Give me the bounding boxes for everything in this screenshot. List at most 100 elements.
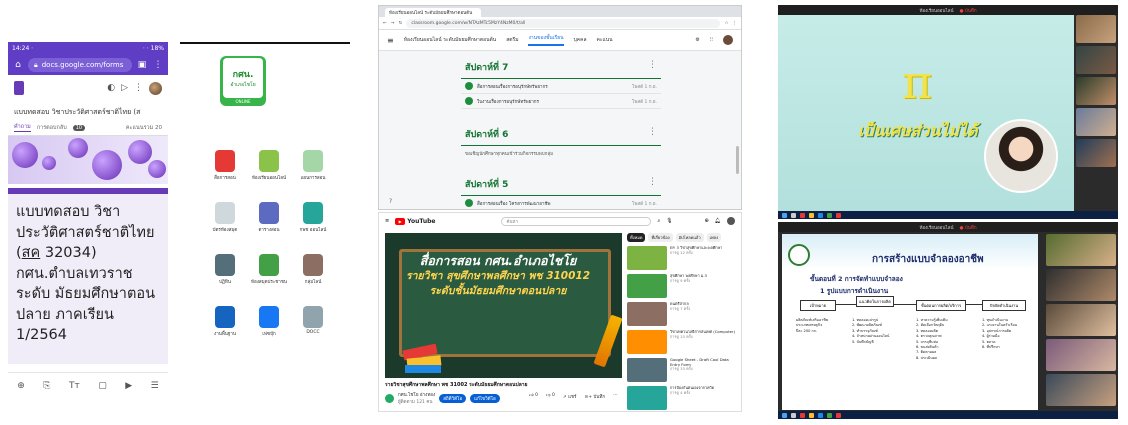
suggested-video[interactable]: วิชาเทคโนโลยีสารสนเทศ (Computer) การดู 15… <box>627 330 739 355</box>
tab-classwork[interactable]: งานของชั้นเรียน <box>528 34 564 46</box>
list-item[interactable]: ใบงานเรื่องการอนุรักษ์ทรัพยากร โพสต์ 1 ก.… <box>461 94 661 109</box>
participant-video[interactable] <box>1046 339 1116 371</box>
help-icon[interactable]: ? <box>389 198 392 205</box>
hamburger-icon[interactable]: ≡ <box>385 218 389 224</box>
search-icon[interactable] <box>791 212 796 218</box>
youtube-logo[interactable]: ▶ YouTube <box>395 217 435 225</box>
app-icon[interactable] <box>836 212 841 218</box>
mic-icon[interactable]: 🎙︎ <box>666 218 672 224</box>
edit-video-button[interactable]: แก้ไขวิดีโอ <box>470 393 500 403</box>
add-question-icon[interactable]: ⊕ <box>17 381 25 391</box>
tab-people[interactable]: บุคคล <box>574 36 587 44</box>
app-shortcut[interactable]: ตารางสอน <box>250 202 288 233</box>
participant-video[interactable] <box>1046 234 1116 266</box>
more-icon[interactable]: ⋯ <box>613 393 618 400</box>
start-icon[interactable] <box>782 412 787 418</box>
chip-uploaded[interactable]: อัปโหลดแล้ว <box>675 233 704 242</box>
app-icon[interactable] <box>836 412 841 418</box>
forward-icon[interactable]: → <box>391 21 395 26</box>
url-field[interactable]: 🔒︎ docs.google.com/forms <box>28 58 132 72</box>
more-icon[interactable]: ⋮ <box>648 177 657 191</box>
participant-video[interactable] <box>1076 108 1116 136</box>
scrollbar[interactable] <box>736 146 739 174</box>
tab-responses[interactable]: การตอบกลับ <box>37 124 67 132</box>
search-icon[interactable] <box>791 412 796 418</box>
tab-grades[interactable]: คะแนน <box>597 36 613 44</box>
app-shortcut[interactable]: งานพื้นฐาน <box>206 306 244 337</box>
form-title-card[interactable]: แบบทดสอบ วิชา ประวัติศาสตร์ชาติไทย (สค 3… <box>8 188 168 364</box>
start-icon[interactable] <box>782 212 787 218</box>
suggested-video[interactable]: สุขศึกษา พลศึกษา ม.3 การดู 9 ครั้ง <box>627 274 739 299</box>
more-icon[interactable]: ⋮ <box>648 60 657 74</box>
hamburger-icon[interactable]: ≡ <box>387 36 394 45</box>
settings-icon[interactable]: ⚙ <box>695 37 699 43</box>
chip-all[interactable]: ทั้งหมด <box>627 233 646 242</box>
home-icon[interactable]: ⌂ <box>12 60 24 70</box>
search-input[interactable]: ค้นหา <box>501 216 652 226</box>
text-icon[interactable]: Tт <box>69 381 80 391</box>
video-player[interactable]: สื่อการสอน กศน.อำเภอไชโย รายวิชา สุขศึกษ… <box>385 233 622 378</box>
app-shortcut[interactable]: ห้องเรียนออนไลน์ <box>250 150 288 181</box>
section-icon[interactable]: ☰ <box>151 381 159 391</box>
suggested-video[interactable]: ดนตรีสากล การดู 7 ครั้ง <box>627 302 739 327</box>
app-shortcut[interactable]: แผนการสอน <box>294 150 332 181</box>
create-icon[interactable]: ⊕ <box>704 218 708 224</box>
analytics-button[interactable]: สถิติวิดีโอ <box>439 393 467 403</box>
more-icon[interactable]: ⋮ <box>134 83 143 93</box>
apps-icon[interactable]: ⁝⁝ <box>710 37 713 43</box>
video-icon[interactable]: ▶ <box>125 381 132 391</box>
folder-icon[interactable] <box>809 412 814 418</box>
menu-icon[interactable]: ⋮ <box>733 21 738 26</box>
list-item[interactable]: สื่อการสอนเรื่องการอนุรักษ์ทรัพยากร โพสต์… <box>461 79 661 94</box>
star-icon[interactable]: ☆ <box>724 21 728 26</box>
app-shortcut[interactable]: ปฏิทิน <box>206 254 244 285</box>
app-shortcut[interactable]: กลุ่มไลน์ <box>294 254 332 285</box>
suggested-video[interactable]: การป้องกันตนเองจากโควิด การดู 4 ครั้ง <box>627 386 739 411</box>
palette-icon[interactable]: ◐ <box>107 83 115 93</box>
tab-stream[interactable]: สตรีม <box>506 36 518 44</box>
participant-video[interactable] <box>1076 15 1116 43</box>
participant-video[interactable] <box>1076 46 1116 74</box>
address-field[interactable]: classroom.google.com/w/NTAzMTc5MzY4NzM0/… <box>406 18 721 28</box>
app-icon[interactable] <box>827 212 832 218</box>
chip-music[interactable]: เพลง <box>706 233 722 242</box>
reload-icon[interactable]: ↻ <box>399 21 403 26</box>
app-shortcut[interactable]: เฟซบุ๊ก <box>250 306 288 337</box>
participant-video[interactable] <box>1076 139 1116 167</box>
chrome-icon[interactable] <box>800 212 805 218</box>
app-icon[interactable] <box>818 412 823 418</box>
import-icon[interactable]: ⎘ <box>43 381 50 391</box>
search-icon[interactable]: ⌕ <box>657 218 660 224</box>
participant-video[interactable] <box>1046 269 1116 301</box>
app-icon[interactable] <box>818 212 823 218</box>
list-item[interactable]: สื่อการสอนเรื่อง โครงการพัฒนาอาชีพ โพสต์ … <box>461 196 661 209</box>
tab-questions[interactable]: คำถาม <box>14 123 31 132</box>
avatar[interactable] <box>723 35 733 45</box>
dislike-button[interactable]: 👎︎ 0 <box>546 393 555 400</box>
app-icon[interactable] <box>827 412 832 418</box>
bell-icon[interactable]: 🔔︎ <box>715 218 721 224</box>
suggested-video[interactable]: EP. 3 วิชาสุขศึกษาและพลศึกษา การดู 12 ครั… <box>627 246 739 271</box>
more-icon[interactable]: ⋮ <box>648 127 657 141</box>
app-shortcut[interactable]: สื่อการสอน <box>206 150 244 181</box>
send-icon[interactable]: ▷ <box>121 83 128 93</box>
chrome-icon[interactable] <box>800 412 805 418</box>
app-shortcut[interactable]: บัตรห้องสมุด <box>206 202 244 233</box>
back-icon[interactable]: ← <box>383 21 387 26</box>
image-icon[interactable]: ▢ <box>98 381 107 391</box>
channel-name[interactable]: กศน.ไชโย อ่างทอง <box>398 393 435 398</box>
menu-icon[interactable]: ⋮ <box>152 60 164 70</box>
chip-related[interactable]: ที่เกี่ยวข้อง <box>648 233 673 242</box>
participant-video[interactable] <box>1076 77 1116 105</box>
avatar[interactable] <box>727 217 735 225</box>
folder-icon[interactable] <box>809 212 814 218</box>
avatar[interactable] <box>149 81 162 95</box>
tabs-icon[interactable]: ▣ <box>136 60 148 70</box>
share-button[interactable]: ↗ แชร์ <box>563 393 577 400</box>
app-shortcut[interactable]: DOCC <box>294 306 332 335</box>
participant-video[interactable] <box>1046 374 1116 406</box>
channel-avatar[interactable] <box>385 393 394 403</box>
participant-video[interactable] <box>1046 304 1116 336</box>
suggested-video[interactable]: Google Sheet - Draft Cool Data Entry For… <box>627 358 739 383</box>
like-button[interactable]: 👍︎ 0 <box>529 393 538 400</box>
